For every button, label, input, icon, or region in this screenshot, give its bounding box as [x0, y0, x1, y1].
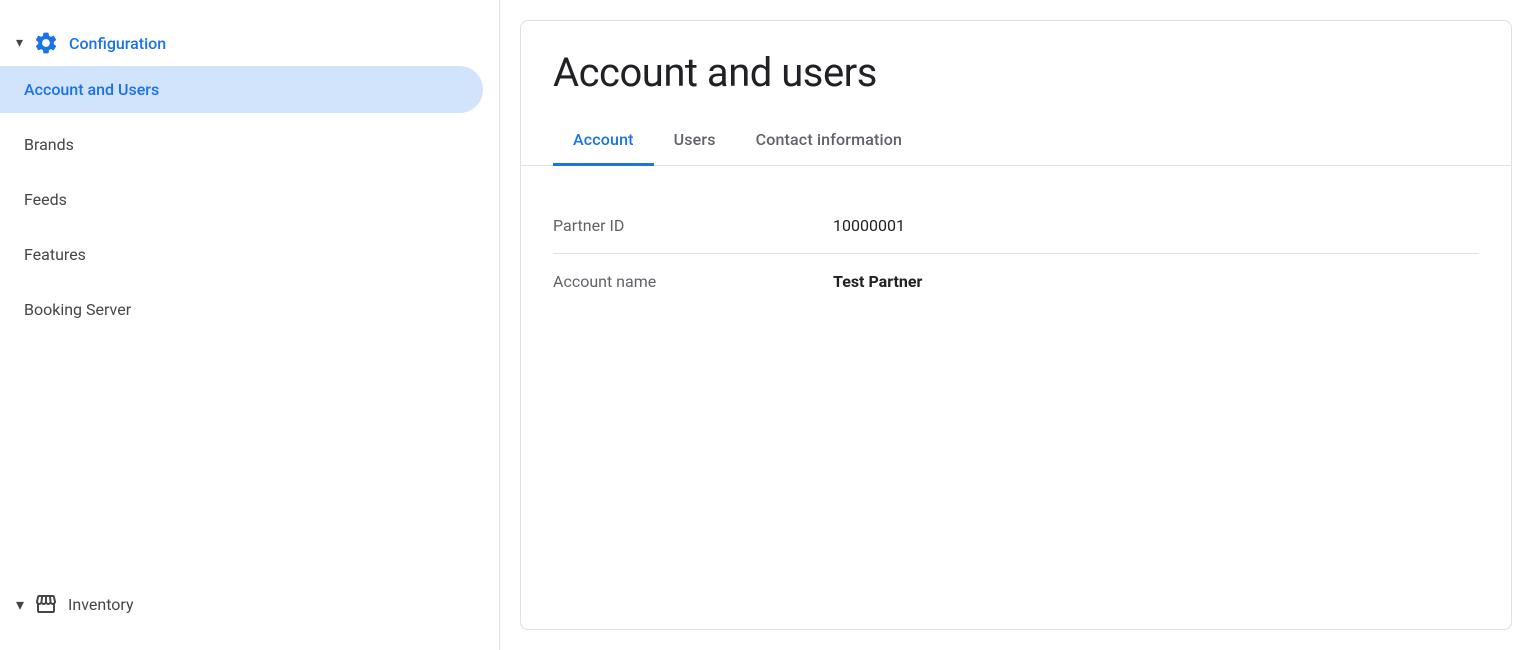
- sidebar-item-features[interactable]: Features: [0, 227, 499, 282]
- page-title: Account and users: [521, 21, 1511, 116]
- account-name-value: Test Partner: [833, 272, 922, 291]
- sidebar-configuration[interactable]: ▾ Configuration: [0, 20, 499, 66]
- configuration-label: Configuration: [69, 34, 166, 53]
- sidebar-item-account-and-users[interactable]: Account and Users: [0, 66, 483, 113]
- sidebar-item-booking-server[interactable]: Booking Server: [0, 282, 499, 337]
- partner-id-row: Partner ID 10000001: [553, 198, 1479, 254]
- sidebar-item-feeds[interactable]: Feeds: [0, 172, 499, 227]
- account-name-row: Account name Test Partner: [553, 254, 1479, 309]
- account-name-label: Account name: [553, 272, 833, 291]
- sidebar-inventory[interactable]: ▾ Inventory: [0, 578, 499, 630]
- gear-icon: [33, 30, 59, 56]
- sidebar: ▾ Configuration Account and Users Brands…: [0, 0, 500, 650]
- inventory-label: Inventory: [68, 595, 134, 614]
- partner-id-label: Partner ID: [553, 216, 833, 235]
- store-icon: [34, 592, 58, 616]
- content-card: Account and users Account Users Contact …: [520, 20, 1512, 630]
- tab-contact-information[interactable]: Contact information: [736, 116, 922, 166]
- chevron-down-icon-inventory: ▾: [16, 595, 24, 614]
- sidebar-item-brands[interactable]: Brands: [0, 117, 499, 172]
- main-content: Account and users Account Users Contact …: [500, 0, 1532, 650]
- tabs-container: Account Users Contact information: [521, 116, 1511, 166]
- tab-account[interactable]: Account: [553, 116, 654, 166]
- tab-users[interactable]: Users: [654, 116, 736, 166]
- account-content: Partner ID 10000001 Account name Test Pa…: [521, 166, 1511, 629]
- chevron-down-icon: ▾: [16, 35, 23, 51]
- partner-id-value: 10000001: [833, 216, 905, 235]
